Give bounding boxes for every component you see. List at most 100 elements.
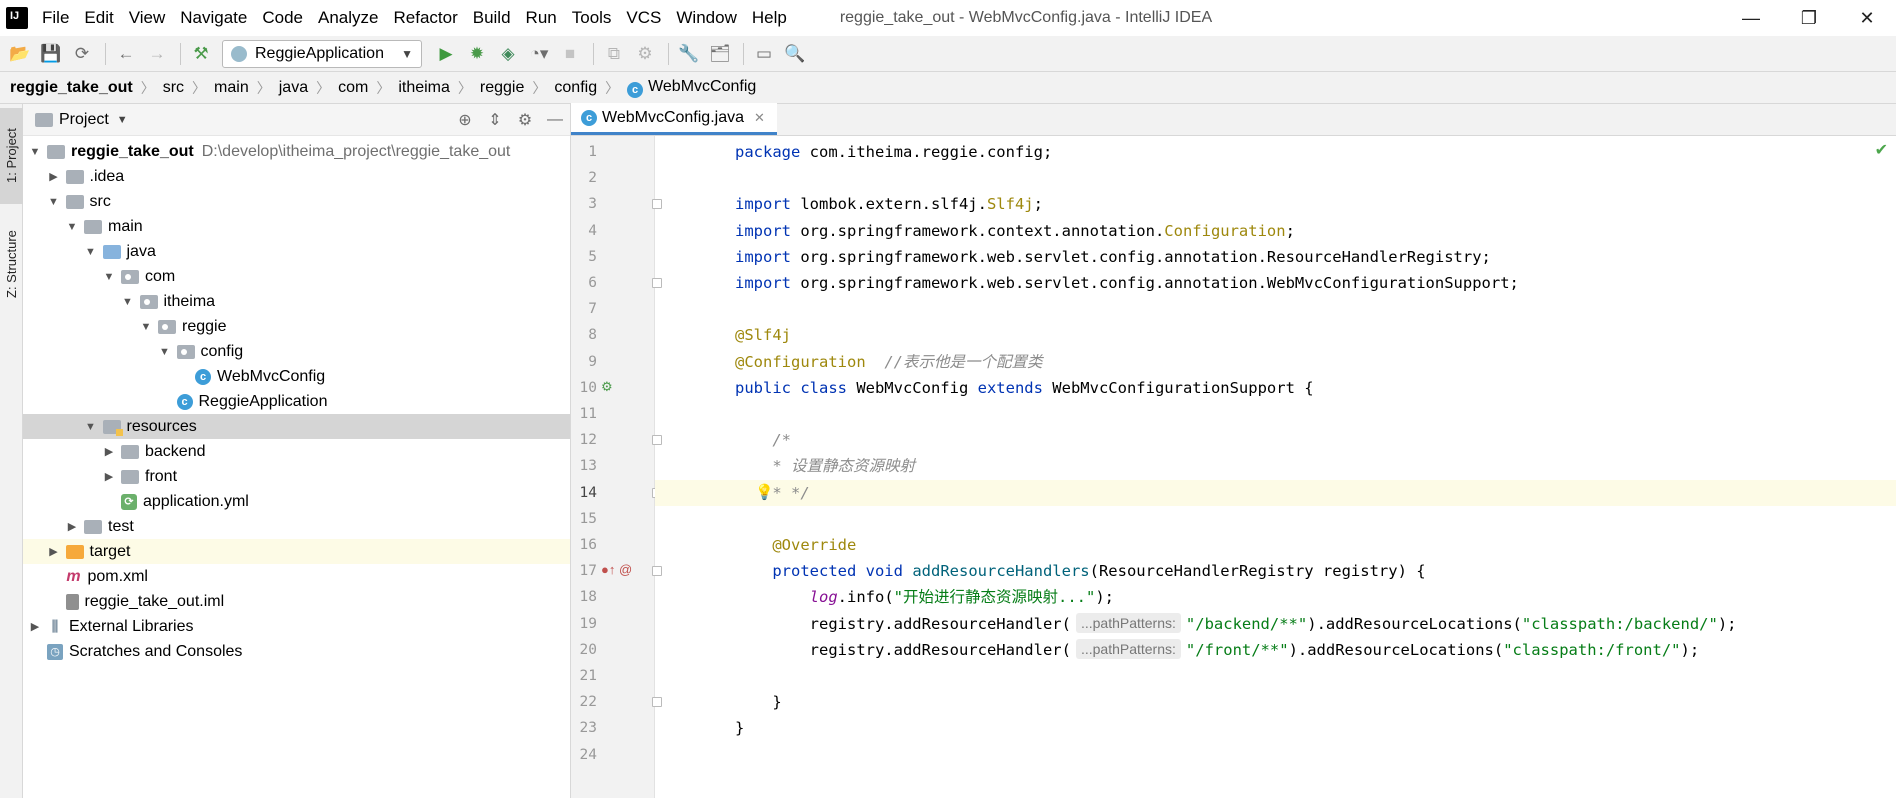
- code-line[interactable]: import org.springframework.web.servlet.c…: [655, 270, 1896, 296]
- menu-refactor[interactable]: Refactor: [393, 8, 457, 28]
- menu-build[interactable]: Build: [473, 8, 511, 28]
- coverage-icon[interactable]: ◈: [494, 40, 522, 68]
- tree-node[interactable]: ▼ main: [23, 214, 570, 239]
- structure-tool-tab[interactable]: Z: Structure: [0, 214, 23, 314]
- menu-tools[interactable]: Tools: [572, 8, 612, 28]
- breadcrumb-item[interactable]: com: [338, 79, 368, 97]
- run-configuration-select[interactable]: ReggieApplication ▼: [222, 39, 422, 68]
- tree-node[interactable]: ▼ resources: [23, 414, 570, 439]
- tree-node[interactable]: ▼ com: [23, 264, 570, 289]
- forward-icon[interactable]: →: [143, 40, 171, 68]
- code-line[interactable]: @Configuration //表示他是一个配置类: [655, 349, 1896, 375]
- tree-node[interactable]: ▼ java: [23, 239, 570, 264]
- restore-button[interactable]: ❐: [1780, 0, 1838, 36]
- expanded-arrow-icon[interactable]: ▼: [120, 296, 136, 308]
- tree-node[interactable]: ▶ target: [23, 539, 570, 564]
- code-line[interactable]: }: [655, 689, 1896, 715]
- collapsed-arrow-icon[interactable]: ▶: [101, 445, 117, 458]
- menu-file[interactable]: File: [42, 8, 69, 28]
- code-line[interactable]: protected void addResourceHandlers(Resou…: [655, 558, 1896, 584]
- breadcrumb-item[interactable]: src: [163, 79, 184, 97]
- stop-icon[interactable]: ■: [556, 40, 584, 68]
- attach-icon[interactable]: ⧉: [600, 40, 628, 68]
- expanded-arrow-icon[interactable]: ▼: [101, 271, 117, 283]
- run-icon[interactable]: ▶: [432, 40, 460, 68]
- tree-node[interactable]: ⟳ application.yml: [23, 489, 570, 514]
- code-line[interactable]: package com.itheima.reggie.config;: [655, 139, 1896, 165]
- menu-code[interactable]: Code: [262, 8, 303, 28]
- save-icon[interactable]: 💾: [37, 40, 65, 68]
- menu-view[interactable]: View: [129, 8, 166, 28]
- build-hammer-icon[interactable]: ⚒: [187, 40, 215, 68]
- tree-node[interactable]: ▶ front: [23, 464, 570, 489]
- open-icon[interactable]: 📂: [6, 40, 34, 68]
- tab-webmvcconfig[interactable]: c WebMvcConfig.java ✕: [571, 103, 777, 135]
- project-structure-icon[interactable]: 🗂: [706, 40, 734, 68]
- code-line[interactable]: import org.springframework.context.annot…: [655, 218, 1896, 244]
- code-line[interactable]: import lombok.extern.slf4j.Slf4j;: [655, 191, 1896, 217]
- menu-help[interactable]: Help: [752, 8, 787, 28]
- code-line[interactable]: public class WebMvcConfig extends WebMvc…: [655, 375, 1896, 401]
- breadcrumb-item[interactable]: config: [554, 79, 597, 97]
- override-gutter-icon[interactable]: ●↑ @: [601, 562, 632, 577]
- tree-node[interactable]: ▶ backend: [23, 439, 570, 464]
- search-icon[interactable]: 🔍: [781, 40, 809, 68]
- code-line[interactable]: [655, 401, 1896, 427]
- project-panel-title[interactable]: Project: [59, 111, 109, 129]
- gear-icon[interactable]: ⚙: [510, 106, 540, 134]
- tree-node[interactable]: ◷ Scratches and Consoles: [23, 639, 570, 664]
- collapsed-arrow-icon[interactable]: ▶: [27, 620, 43, 633]
- profile-icon[interactable]: ◔▾: [525, 40, 553, 68]
- sync-icon[interactable]: ⟳: [68, 40, 96, 68]
- code-line[interactable]: @Override: [655, 532, 1896, 558]
- expanded-arrow-icon[interactable]: ▼: [157, 346, 173, 358]
- chevron-down-icon[interactable]: ▼: [117, 114, 128, 126]
- code-line[interactable]: @Slf4j: [655, 322, 1896, 348]
- code-line[interactable]: * 设置静态资源映射: [655, 453, 1896, 479]
- settings-wrench-icon[interactable]: 🔧: [675, 40, 703, 68]
- tree-node[interactable]: c ReggieApplication: [23, 389, 570, 414]
- breadcrumb-item[interactable]: main: [214, 79, 249, 97]
- code-line[interactable]: [655, 663, 1896, 689]
- code-line[interactable]: [655, 165, 1896, 191]
- code-line[interactable]: import org.springframework.web.servlet.c…: [655, 244, 1896, 270]
- menu-run[interactable]: Run: [526, 8, 557, 28]
- collapse-all-icon[interactable]: ⇕: [480, 106, 510, 134]
- tree-node[interactable]: ▶ ⫼ External Libraries: [23, 614, 570, 639]
- code-line[interactable]: }: [655, 715, 1896, 741]
- tree-node[interactable]: ▶ .idea: [23, 164, 570, 189]
- menu-navigate[interactable]: Navigate: [180, 8, 247, 28]
- project-tool-tab[interactable]: 1: Project: [0, 108, 23, 204]
- code-line[interactable]: registry.addResourceHandler(...pathPatte…: [655, 637, 1896, 663]
- code-line[interactable]: * */: [655, 479, 1896, 506]
- code-line[interactable]: [655, 296, 1896, 322]
- code-line[interactable]: log.info("开始进行静态资源映射...");: [655, 584, 1896, 610]
- collapsed-arrow-icon[interactable]: ▶: [46, 170, 62, 183]
- code-line[interactable]: [655, 506, 1896, 532]
- locate-icon[interactable]: ⊕: [450, 106, 480, 134]
- menu-window[interactable]: Window: [676, 8, 736, 28]
- menu-edit[interactable]: Edit: [84, 8, 113, 28]
- breadcrumb-item[interactable]: java: [279, 79, 308, 97]
- expanded-arrow-icon[interactable]: ▼: [83, 421, 99, 433]
- tree-node[interactable]: ▼ src: [23, 189, 570, 214]
- code-line[interactable]: /*: [655, 427, 1896, 453]
- spring-bean-gutter-icon[interactable]: ⚙: [601, 379, 613, 395]
- tree-node[interactable]: ▼ reggie: [23, 314, 570, 339]
- tree-node[interactable]: reggie_take_out.iml: [23, 589, 570, 614]
- intention-bulb-icon[interactable]: 💡: [755, 483, 774, 501]
- collapsed-arrow-icon[interactable]: ▶: [64, 520, 80, 533]
- expanded-arrow-icon[interactable]: ▼: [138, 321, 154, 333]
- tree-node[interactable]: ▼ itheima: [23, 289, 570, 314]
- close-button[interactable]: ✕: [1838, 0, 1896, 36]
- collapsed-arrow-icon[interactable]: ▶: [101, 470, 117, 483]
- close-tab-icon[interactable]: ✕: [754, 110, 765, 126]
- breadcrumb-item[interactable]: c WebMvcConfig: [627, 78, 756, 98]
- debug-icon[interactable]: ✹: [463, 40, 491, 68]
- breadcrumb-item[interactable]: reggie_take_out: [10, 79, 133, 97]
- code-line[interactable]: registry.addResourceHandler(...pathPatte…: [655, 611, 1896, 637]
- expanded-arrow-icon[interactable]: ▼: [27, 146, 43, 158]
- back-icon[interactable]: ←: [112, 40, 140, 68]
- expanded-arrow-icon[interactable]: ▼: [46, 196, 62, 208]
- breadcrumb-item[interactable]: reggie: [480, 79, 524, 97]
